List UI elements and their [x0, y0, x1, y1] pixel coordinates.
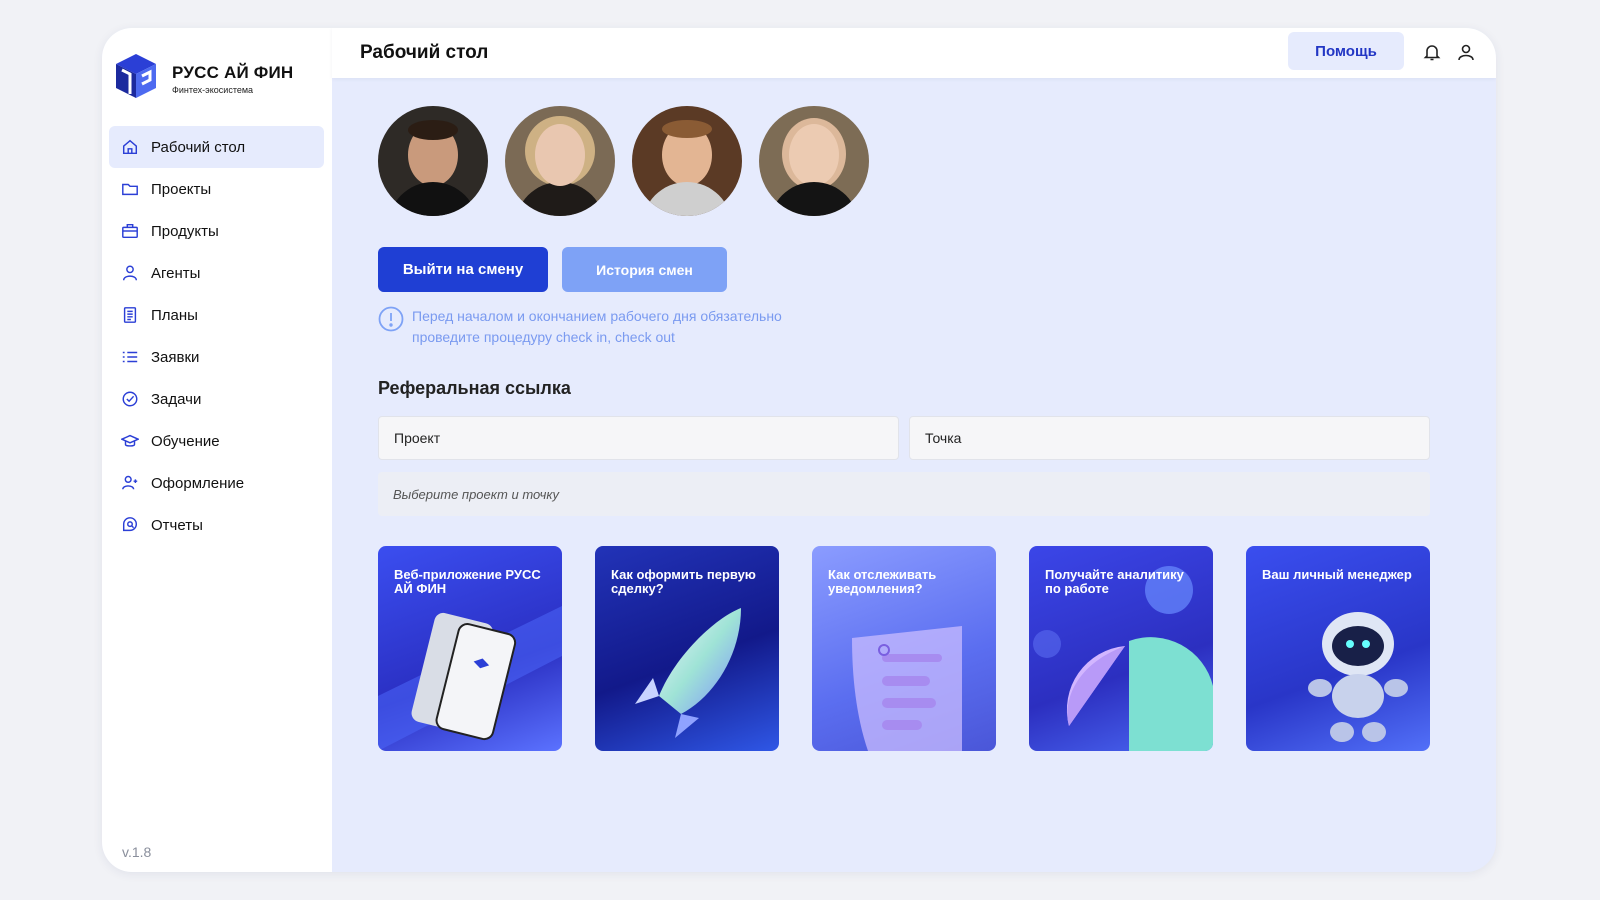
home-icon — [122, 139, 138, 155]
start-shift-button[interactable]: Выйти на смену — [378, 247, 548, 292]
sidebar-item-requests[interactable]: Заявки — [109, 336, 324, 378]
card-analytics[interactable]: Получайте аналитику по работе — [1029, 546, 1213, 751]
logo-title: РУСС АЙ ФИН — [172, 63, 294, 82]
point-select[interactable]: Точка — [909, 416, 1430, 460]
sidebar-item-label: Проекты — [151, 180, 212, 198]
shift-history-button[interactable]: История смен — [562, 247, 727, 292]
check-circle-icon — [122, 391, 138, 407]
logo-icon — [116, 54, 156, 98]
bell-icon[interactable] — [1422, 42, 1442, 62]
topbar: Рабочий стол Помощь — [332, 28, 1496, 78]
sidebar-item-learning[interactable]: Обучение — [109, 420, 324, 462]
avatar[interactable] — [759, 106, 869, 216]
chat-search-icon — [122, 517, 138, 532]
shift-notice: Перед началом и окончанием рабочего дня … — [378, 306, 812, 348]
sidebar-item-label: Задачи — [151, 390, 202, 408]
card-first-deal[interactable]: Как оформить первую сделку? — [595, 546, 779, 751]
sidebar-nav: Рабочий стол Проекты Продукты Агенты Пла… — [109, 126, 324, 546]
referral-title: Реферальная ссылка — [378, 378, 571, 398]
info-cards: Веб-приложение РУСС АЙ ФИН Как оформить … — [378, 546, 1430, 751]
avatar[interactable] — [505, 106, 615, 216]
sidebar-item-plans[interactable]: Планы — [109, 294, 324, 336]
app-version: v.1.8 — [122, 844, 152, 860]
sidebar: РУСС АЙ ФИН Финтех-экосистема Рабочий ст… — [102, 28, 332, 872]
card-title: Как оформить первую сделку? — [611, 567, 756, 596]
avatar[interactable] — [378, 106, 488, 216]
sidebar-item-projects[interactable]: Проекты — [109, 168, 324, 210]
list-icon — [122, 351, 138, 363]
sidebar-item-agents[interactable]: Агенты — [109, 252, 324, 294]
main-content: Рабочий стол Помощь Выйти на смену Истор… — [332, 28, 1496, 872]
sidebar-item-label: Рабочий стол — [151, 138, 246, 156]
card-notifications[interactable]: Как отслеживать уведомления? — [812, 546, 996, 751]
notice-text: Перед началом и окончанием рабочего дня … — [412, 308, 782, 345]
referral-link-box[interactable]: Выберите проект и точку — [378, 472, 1430, 516]
user-icon — [122, 265, 138, 281]
info-icon — [378, 306, 404, 348]
sidebar-item-label: Агенты — [151, 264, 201, 282]
sidebar-item-label: Продукты — [151, 222, 219, 240]
sidebar-item-reports[interactable]: Отчеты — [109, 504, 324, 546]
graduation-cap-icon — [121, 434, 139, 447]
team-avatars — [378, 106, 886, 216]
card-title: Веб-приложение РУСС АЙ ФИН — [394, 567, 541, 596]
card-title: Получайте аналитику по работе — [1045, 567, 1184, 596]
avatar[interactable] — [632, 106, 742, 216]
help-button[interactable]: Помощь — [1288, 32, 1404, 70]
sidebar-item-label: Обучение — [151, 432, 220, 450]
app-window: РУСС АЙ ФИН Финтех-экосистема Рабочий ст… — [102, 28, 1496, 872]
document-icon — [123, 307, 137, 323]
project-select[interactable]: Проект — [378, 416, 899, 460]
sidebar-item-label: Планы — [151, 306, 198, 324]
logo[interactable]: РУСС АЙ ФИН Финтех-экосистема — [110, 50, 293, 108]
card-manager[interactable]: Ваш личный менеджер — [1246, 546, 1430, 751]
page-title: Рабочий стол — [360, 42, 489, 63]
sidebar-item-desktop[interactable]: Рабочий стол — [109, 126, 324, 168]
sidebar-item-registration[interactable]: Оформление — [109, 462, 324, 504]
sidebar-item-label: Оформление — [151, 474, 245, 492]
profile-icon[interactable] — [1456, 42, 1476, 62]
card-title: Ваш личный менеджер — [1262, 567, 1412, 582]
logo-subtitle: Финтех-экосистема — [172, 85, 254, 95]
card-title: Как отслеживать уведомления? — [828, 567, 937, 596]
folder-icon — [122, 183, 138, 196]
sidebar-item-tasks[interactable]: Задачи — [109, 378, 324, 420]
sidebar-item-label: Отчеты — [151, 516, 203, 534]
briefcase-icon — [122, 223, 138, 239]
sidebar-item-products[interactable]: Продукты — [109, 210, 324, 252]
user-add-icon — [122, 475, 138, 490]
sidebar-item-label: Заявки — [151, 348, 200, 366]
card-web-app[interactable]: Веб-приложение РУСС АЙ ФИН — [378, 546, 562, 751]
